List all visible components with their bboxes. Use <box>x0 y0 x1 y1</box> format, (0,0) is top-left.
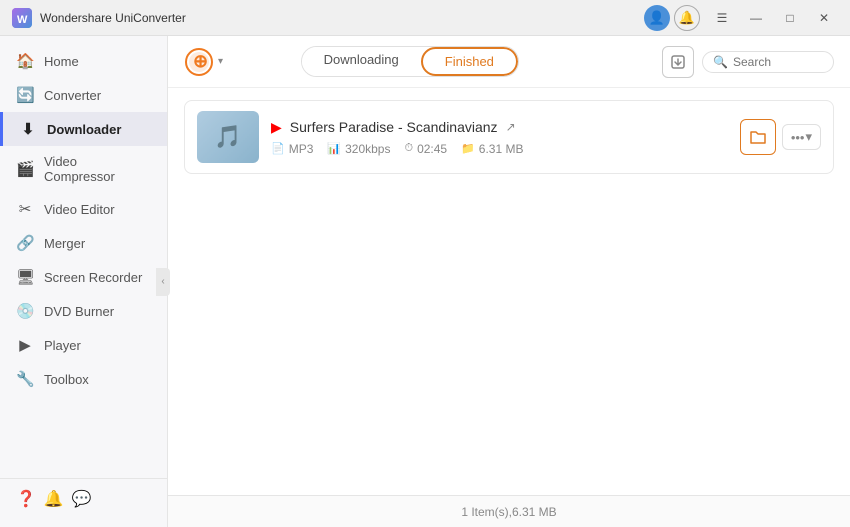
file-list: 🎵 ▶ Surfers Paradise - Scandinavianz ↗ 📄… <box>168 88 850 495</box>
format-meta: 📄 MP3 <box>271 142 313 156</box>
video-compressor-icon: 🎬 <box>16 160 34 178</box>
file-title-row: ▶ Surfers Paradise - Scandinavianz ↗ <box>271 119 728 136</box>
minimize-button[interactable]: — <box>742 8 770 28</box>
toolbox-icon: 🔧 <box>16 370 34 388</box>
sidebar-item-toolbox[interactable]: 🔧 Toolbox <box>0 362 167 396</box>
table-row: 🎵 ▶ Surfers Paradise - Scandinavianz ↗ 📄… <box>184 100 834 174</box>
file-info: ▶ Surfers Paradise - Scandinavianz ↗ 📄 M… <box>271 119 728 156</box>
titlebar: W Wondershare UniConverter 👤 🔔 ☰ — □ ✕ <box>0 0 850 36</box>
tab-downloading[interactable]: Downloading <box>302 47 421 76</box>
search-icon: 🔍 <box>713 55 728 69</box>
sidebar-label-screen-recorder: Screen Recorder <box>44 270 142 285</box>
file-size: 6.31 MB <box>479 142 524 156</box>
merger-icon: 🔗 <box>16 234 34 252</box>
maximize-button[interactable]: □ <box>776 8 804 28</box>
size-meta: 📁 6.31 MB <box>461 142 523 156</box>
dvd-burner-icon: 💿 <box>16 302 34 320</box>
header-right-actions: 🔍 <box>662 46 834 78</box>
ellipsis-icon: ••• <box>791 130 805 145</box>
sidebar-label-dvd-burner: DVD Burner <box>44 304 114 319</box>
sidebar: 🏠 Home 🔄 Converter ⬇ Downloader 🎬 Video … <box>0 36 168 527</box>
search-input[interactable] <box>733 55 823 69</box>
sidebar-label-video-editor: Video Editor <box>44 202 115 217</box>
video-editor-icon: ✂ <box>16 200 34 218</box>
search-box: 🔍 <box>702 51 834 73</box>
file-format: MP3 <box>289 142 314 156</box>
sidebar-label-home: Home <box>44 54 79 69</box>
player-icon: ▶ <box>16 336 34 354</box>
sidebar-item-video-editor[interactable]: ✂ Video Editor <box>0 192 167 226</box>
bell-icon[interactable]: 🔔 <box>44 489 64 509</box>
file-actions: ••• ▾ <box>740 119 821 155</box>
sidebar-collapse-handle[interactable]: ‹ <box>156 268 170 296</box>
sidebar-label-merger: Merger <box>44 236 85 251</box>
size-icon: 📁 <box>461 142 475 155</box>
header-action-icons: 👤 🔔 <box>644 5 700 31</box>
duration-meta: ⏱ 02:45 <box>404 142 447 156</box>
sidebar-footer: ❓ 🔔 💬 <box>0 478 167 519</box>
open-link-icon[interactable]: ↗ <box>506 120 516 134</box>
sidebar-item-converter[interactable]: 🔄 Converter <box>0 78 167 112</box>
bitrate-meta: 📊 320kbps <box>327 142 390 156</box>
sidebar-item-player[interactable]: ▶ Player <box>0 328 167 362</box>
open-folder-button[interactable] <box>740 119 776 155</box>
more-chevron-icon: ▾ <box>805 129 812 145</box>
sidebar-label-converter: Converter <box>44 88 101 103</box>
import-button[interactable] <box>662 46 694 78</box>
svg-text:⊕: ⊕ <box>193 51 208 71</box>
file-thumbnail: 🎵 <box>197 111 259 163</box>
sidebar-item-home[interactable]: 🏠 Home <box>0 44 167 78</box>
menu-icon[interactable]: ☰ <box>708 8 736 28</box>
downloader-icon: ⬇ <box>19 120 37 138</box>
screen-recorder-icon: 🖥 <box>16 268 34 286</box>
duration-icon: ⏱ <box>404 142 413 155</box>
file-meta: 📄 MP3 📊 320kbps ⏱ 02:45 📁 <box>271 142 728 156</box>
window-controls: ☰ — □ ✕ <box>708 8 838 28</box>
close-button[interactable]: ✕ <box>810 8 838 28</box>
file-duration: 02:45 <box>417 142 447 156</box>
converter-icon: 🔄 <box>16 86 34 104</box>
sidebar-item-video-compressor[interactable]: 🎬 Video Compressor <box>0 146 167 192</box>
sidebar-label-downloader: Downloader <box>47 122 121 137</box>
music-note-icon: 🎵 <box>214 124 241 150</box>
sidebar-item-dvd-burner[interactable]: 💿 DVD Burner <box>0 294 167 328</box>
help-icon[interactable]: ❓ <box>16 489 36 509</box>
app-logo: W <box>12 8 32 28</box>
user-icon[interactable]: 👤 <box>644 5 670 31</box>
sidebar-label-video-compressor: Video Compressor <box>44 154 151 184</box>
sidebar-item-downloader[interactable]: ⬇ Downloader <box>0 112 167 146</box>
file-bitrate: 320kbps <box>345 142 390 156</box>
home-icon: 🏠 <box>16 52 34 70</box>
add-download-button[interactable]: ⊕ ▾ <box>184 47 223 77</box>
tab-group: Downloading Finished <box>301 46 519 77</box>
sidebar-item-merger[interactable]: 🔗 Merger <box>0 226 167 260</box>
feedback-icon[interactable]: 💬 <box>72 489 92 509</box>
format-icon: 📄 <box>271 142 285 155</box>
more-options-button[interactable]: ••• ▾ <box>782 124 821 150</box>
svg-text:W: W <box>17 14 28 26</box>
sidebar-label-player: Player <box>44 338 81 353</box>
status-bar: 1 Item(s),6.31 MB <box>168 495 850 527</box>
bitrate-icon: 📊 <box>327 142 341 155</box>
file-name: Surfers Paradise - Scandinavianz <box>290 119 498 135</box>
add-icon: ⊕ <box>184 47 214 77</box>
main-layout: 🏠 Home 🔄 Converter ⬇ Downloader 🎬 Video … <box>0 36 850 527</box>
content-area: ⊕ ▾ Downloading Finished 🔍 <box>168 36 850 527</box>
notification-icon[interactable]: 🔔 <box>674 5 700 31</box>
youtube-icon: ▶ <box>271 119 282 136</box>
sidebar-item-screen-recorder[interactable]: 🖥 Screen Recorder <box>0 260 167 294</box>
sidebar-label-toolbox: Toolbox <box>44 372 89 387</box>
app-title: Wondershare UniConverter <box>40 11 644 25</box>
tab-finished[interactable]: Finished <box>421 47 518 76</box>
add-chevron-icon: ▾ <box>218 56 223 67</box>
content-header: ⊕ ▾ Downloading Finished 🔍 <box>168 36 850 88</box>
status-text: 1 Item(s),6.31 MB <box>461 505 556 519</box>
